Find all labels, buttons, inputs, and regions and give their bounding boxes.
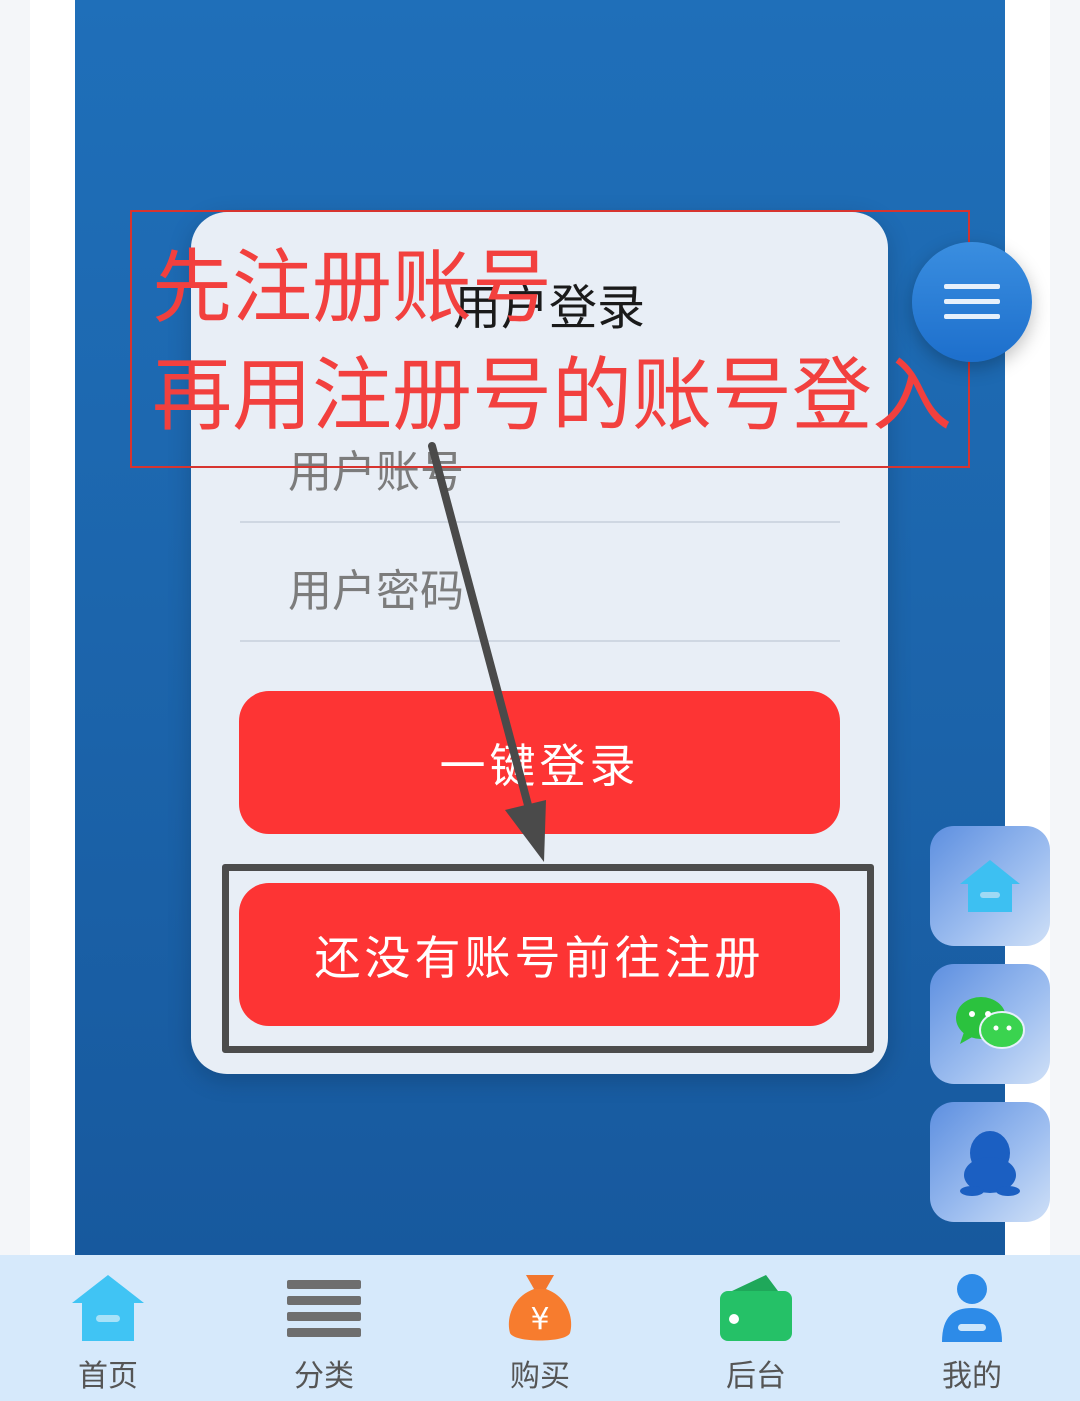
tab-label: 首页 [78, 1359, 138, 1394]
tab-label: 购买 [510, 1359, 570, 1394]
tab-category[interactable]: 分类 [216, 1255, 432, 1401]
side-home-button[interactable] [930, 826, 1050, 946]
side-wechat-button[interactable] [930, 964, 1050, 1084]
home-icon [72, 1275, 144, 1341]
home-icon [960, 860, 1020, 912]
bottom-tabbar: 首页 分类 ¥ 购买 后台 我的 [0, 1255, 1080, 1401]
wechat-icon [956, 997, 1025, 1049]
svg-text:¥: ¥ [530, 1302, 549, 1337]
tab-mine[interactable]: 我的 [864, 1255, 1080, 1401]
tab-label: 我的 [942, 1359, 1002, 1394]
annotation-arrow [428, 442, 546, 862]
tab-buy[interactable]: ¥ 购买 [432, 1255, 648, 1401]
hamburger-icon [944, 284, 1000, 319]
user-icon [942, 1274, 1002, 1342]
tab-label: 后台 [726, 1359, 786, 1394]
list-icon [287, 1280, 361, 1337]
tab-home[interactable]: 首页 [0, 1255, 216, 1401]
money-bag-icon: ¥ [508, 1275, 572, 1341]
qq-icon [960, 1131, 1020, 1196]
tab-label: 分类 [294, 1359, 354, 1394]
tab-admin[interactable]: 后台 [648, 1255, 864, 1401]
menu-button[interactable] [912, 242, 1032, 362]
wallet-icon [720, 1275, 792, 1341]
side-qq-button[interactable] [930, 1102, 1050, 1222]
